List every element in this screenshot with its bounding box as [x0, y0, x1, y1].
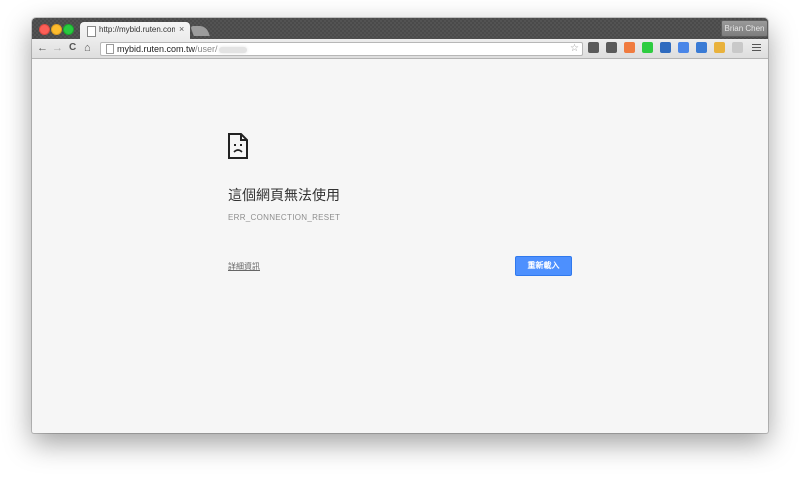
feather-icon[interactable]: [732, 42, 743, 53]
blurred-username: [218, 46, 247, 53]
tab-current[interactable]: http://mybid.ruten.com.tw/user/ ×: [80, 22, 190, 39]
error-code: ERR_CONNECTION_RESET: [228, 213, 341, 222]
tab-close-icon[interactable]: ×: [179, 24, 184, 34]
s-blue-icon[interactable]: [696, 42, 707, 53]
url-host: mybid.ruten.com.tw: [117, 44, 196, 54]
details-link[interactable]: 詳細資訊: [228, 261, 260, 272]
url-text: mybid.ruten.com.tw/user/: [117, 43, 247, 55]
translate-icon[interactable]: [678, 42, 689, 53]
profile-button[interactable]: Brian Chen: [721, 20, 768, 37]
reload-button[interactable]: 重新載入: [515, 256, 572, 276]
page-icon: [87, 26, 96, 37]
sad-page-icon: [228, 133, 248, 159]
evernote-icon[interactable]: [588, 42, 599, 53]
back-button[interactable]: ←: [37, 41, 48, 55]
toolbar: ← → C ⌂ mybid.ruten.com.tw/user/ ☆: [32, 39, 768, 59]
home-icon[interactable]: ⌂: [84, 41, 91, 55]
error-page: 這個網頁無法使用 ERR_CONNECTION_RESET 詳細資訊 重新載入: [32, 59, 768, 433]
green-circle-icon[interactable]: [642, 42, 653, 53]
minimize-window-button[interactable]: [51, 24, 62, 35]
new-tab-button[interactable]: [190, 26, 210, 36]
tab-title: http://mybid.ruten.com.tw/user/: [99, 25, 175, 34]
reload-icon[interactable]: C: [69, 41, 76, 55]
title-bar: http://mybid.ruten.com.tw/user/ × Brian …: [32, 18, 768, 39]
browser-window: http://mybid.ruten.com.tw/user/ × Brian …: [32, 18, 768, 433]
colorful-icon[interactable]: [714, 42, 725, 53]
error-title: 這個網頁無法使用: [228, 187, 340, 203]
forward-button[interactable]: →: [52, 41, 63, 55]
address-bar[interactable]: mybid.ruten.com.tw/user/ ☆: [100, 42, 583, 56]
bookmark-star-icon[interactable]: ☆: [570, 43, 579, 55]
close-window-button[interactable]: [39, 24, 50, 35]
url-path: /user/: [195, 44, 218, 54]
rss-icon[interactable]: [624, 42, 635, 53]
page-icon: [106, 44, 114, 54]
zoom-window-button[interactable]: [63, 24, 74, 35]
vimium-icon[interactable]: [660, 42, 671, 53]
menu-icon[interactable]: [752, 42, 761, 51]
pocket-icon[interactable]: [606, 42, 617, 53]
